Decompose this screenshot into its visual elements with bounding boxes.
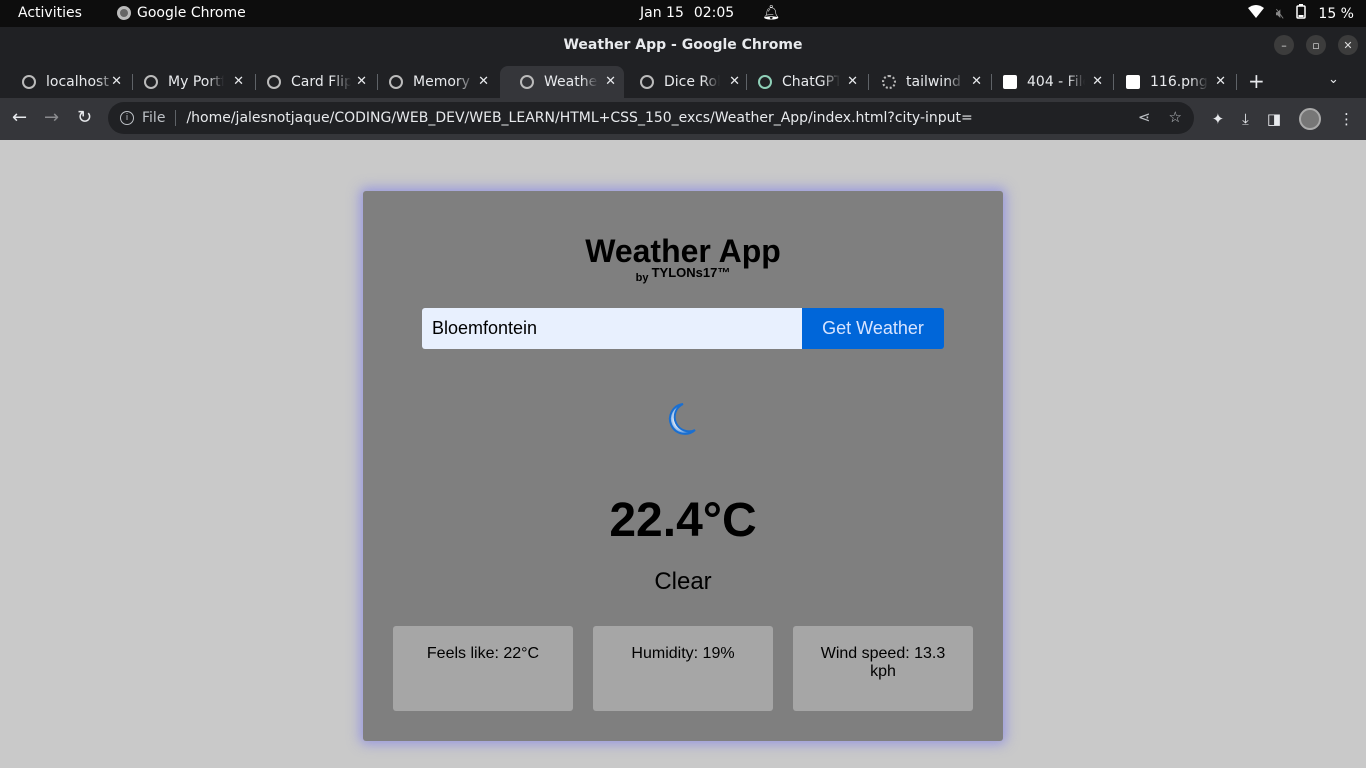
temperature-value: 22.4°C — [609, 494, 757, 547]
close-tab-icon[interactable]: ✕ — [478, 74, 489, 89]
back-button[interactable]: ← — [12, 107, 27, 128]
battery-icon — [1296, 4, 1307, 23]
close-tab-icon[interactable]: ✕ — [356, 74, 367, 89]
weather-card: Weather App by TYLONs17™ Get Weather 22.… — [363, 191, 1003, 741]
byline-by: by — [635, 272, 649, 284]
close-tab-icon[interactable]: ✕ — [847, 74, 858, 89]
tab-label: Memory — [413, 74, 470, 90]
browser-toolbar: ← → ↻ i File /home/jalesnotjaque/CODING/… — [0, 98, 1366, 140]
window-title: Weather App - Google Chrome — [563, 37, 803, 53]
new-tab-button[interactable]: + — [1248, 69, 1265, 93]
city-input[interactable] — [422, 308, 802, 349]
window-titlebar: Weather App - Google Chrome – ▫ ✕ — [0, 27, 1366, 64]
tab-my-portfolio[interactable]: My Portfolio ✕ — [124, 66, 252, 98]
close-tab-icon[interactable]: ✕ — [1215, 74, 1226, 89]
tab-weather-app[interactable]: Weather App ✕ — [500, 66, 624, 98]
wifi-icon — [1247, 4, 1264, 23]
site-info-icon[interactable]: i — [120, 111, 134, 125]
activities-button[interactable]: Activities — [18, 5, 82, 21]
tab-116-png[interactable]: 116.png ✕ — [1106, 66, 1234, 98]
tab-label: 404 - File — [1027, 74, 1085, 90]
close-tab-icon[interactable]: ✕ — [1092, 74, 1103, 89]
feels-like-card: Feels like: 22°C — [393, 626, 573, 711]
page-icon — [1003, 75, 1017, 89]
globe-icon — [144, 75, 158, 89]
system-tray[interactable]: 🔇︎ 15 % — [1247, 4, 1354, 23]
tab-label: Card Flip — [291, 74, 351, 90]
globe-icon — [640, 75, 654, 89]
tab-card-flip[interactable]: Card Flip ✕ — [247, 66, 375, 98]
byline: by TYLONs17™ — [363, 265, 1003, 284]
scheme-label: File — [142, 110, 166, 126]
tab-dice-roll[interactable]: Dice Roll ✕ — [620, 66, 748, 98]
tab-chatgpt[interactable]: ChatGPT ✕ — [738, 66, 866, 98]
system-top-bar: Activities Google Chrome Jan 15 02:05 🔔︎… — [0, 0, 1366, 27]
tab-search-chevron-icon[interactable]: ⌄ — [1328, 72, 1339, 87]
download-icon[interactable]: ⤓ — [1242, 110, 1249, 128]
globe-icon — [520, 75, 534, 89]
clock-date: Jan 15 — [640, 5, 684, 21]
tab-label: localhost — [46, 74, 109, 90]
chatgpt-icon — [758, 75, 772, 89]
close-tab-icon[interactable]: ✕ — [233, 74, 244, 89]
reload-button[interactable]: ↻ — [77, 107, 92, 128]
wind-speed-card: Wind speed: 13.3 kph — [793, 626, 973, 711]
clock[interactable]: Jan 15 02:05 🔔︎ — [640, 5, 780, 21]
tailwind-icon — [882, 75, 896, 89]
tab-label: tailwind — [906, 74, 961, 90]
globe-icon — [22, 75, 36, 89]
battery-percent: 15 % — [1318, 5, 1354, 22]
weather-description: Clear — [654, 568, 712, 595]
address-bar[interactable]: i File /home/jalesnotjaque/CODING/WEB_DE… — [108, 102, 1194, 134]
brand-name: TYLONs17™ — [651, 265, 731, 280]
side-panel-icon[interactable]: ◨ — [1267, 110, 1281, 128]
maximize-button[interactable]: ▫ — [1306, 35, 1326, 55]
close-tab-icon[interactable]: ✕ — [605, 74, 616, 89]
app-menu[interactable]: Google Chrome — [117, 5, 246, 21]
forward-button[interactable]: → — [44, 107, 59, 128]
extensions-icon[interactable]: ✦ — [1212, 110, 1225, 128]
bell-icon: 🔔︎ — [762, 5, 780, 21]
tab-label: My Portfolio — [168, 74, 224, 90]
tab-tailwind[interactable]: tailwind ✕ — [862, 66, 990, 98]
page-icon — [1126, 75, 1140, 89]
moon-icon — [668, 403, 696, 435]
minimize-button[interactable]: – — [1274, 35, 1294, 55]
globe-icon — [389, 75, 403, 89]
humidity-card: Humidity: 19% — [593, 626, 773, 711]
tab-label: 116.png — [1150, 74, 1208, 90]
close-tab-icon[interactable]: ✕ — [111, 74, 122, 89]
globe-icon — [267, 75, 281, 89]
bookmark-star-icon[interactable]: ☆ — [1169, 108, 1182, 126]
profile-avatar[interactable] — [1299, 108, 1321, 130]
tab-label: ChatGPT — [782, 74, 840, 90]
chrome-icon — [117, 6, 131, 20]
tab-label: Dice Roll — [664, 74, 720, 90]
close-tab-icon[interactable]: ✕ — [971, 74, 982, 89]
app-menu-label: Google Chrome — [137, 5, 246, 21]
close-window-button[interactable]: ✕ — [1338, 35, 1358, 55]
get-weather-button[interactable]: Get Weather — [802, 308, 944, 349]
menu-kebab-icon[interactable]: ⋮ — [1339, 110, 1354, 128]
volume-muted-icon: 🔇︎ — [1275, 5, 1285, 22]
share-icon[interactable]: ⋖ — [1138, 108, 1151, 126]
tab-memory[interactable]: Memory ✕ — [369, 66, 497, 98]
url-text[interactable]: /home/jalesnotjaque/CODING/WEB_DEV/WEB_L… — [186, 110, 972, 126]
tab-strip: localhost ✕ My Portfolio ✕ Card Flip ✕ M… — [0, 64, 1366, 98]
clock-time: 02:05 — [693, 5, 735, 21]
tab-404-file[interactable]: 404 - File ✕ — [983, 66, 1111, 98]
tab-label: Weather App — [544, 74, 598, 90]
tab-localhost[interactable]: localhost ✕ — [2, 66, 130, 98]
